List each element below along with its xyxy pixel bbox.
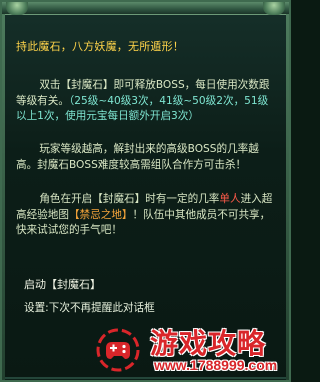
difficulty-paragraph: 玩家等级越高，解封出来的高级BOSS的几率越高。封魔石BOSS难度较高需组队合作…	[16, 143, 259, 171]
dialog-top-frame	[2, 2, 289, 15]
usage-paragraph: 双击【封魔石】即可释放BOSS，每日使用次数跟等级有关。（25级~40级3次，4…	[16, 78, 278, 125]
map-name-highlight: 【禁忌之地】	[68, 208, 133, 221]
solo-highlight: 单人	[219, 193, 241, 205]
ornament-icon	[263, 2, 285, 15]
map-chance-text: 角色在开启【封魔石】时有一定的几率	[39, 193, 220, 205]
site-watermark: 游戏攻略 www.1788999.com	[94, 320, 289, 380]
gamepad-logo-icon	[96, 328, 140, 372]
watermark-url: www.1788999.com	[154, 357, 278, 373]
dialog-left-rail	[2, 14, 5, 380]
dialog-headline: 持此魔石，八方妖魔，无所遁形！	[16, 40, 184, 53]
watermark-title: 游戏攻略	[150, 327, 267, 360]
dont-remind-setting[interactable]: 设置:下次不再提醒此对话框	[24, 300, 155, 315]
feng-mo-shi-dialog: 持此魔石，八方妖魔，无所遁形！ 双击【封魔石】即可释放BOSS，每日使用次数跟等…	[0, 0, 291, 382]
activate-feng-mo-shi-button[interactable]: 启动【封魔石】	[24, 276, 101, 292]
map-chance-paragraph: 角色在开启【封魔石】时有一定的几率单人进入超高经验地图【禁忌之地】！队伍中其他成…	[16, 192, 278, 239]
ornament-icon	[6, 2, 28, 15]
